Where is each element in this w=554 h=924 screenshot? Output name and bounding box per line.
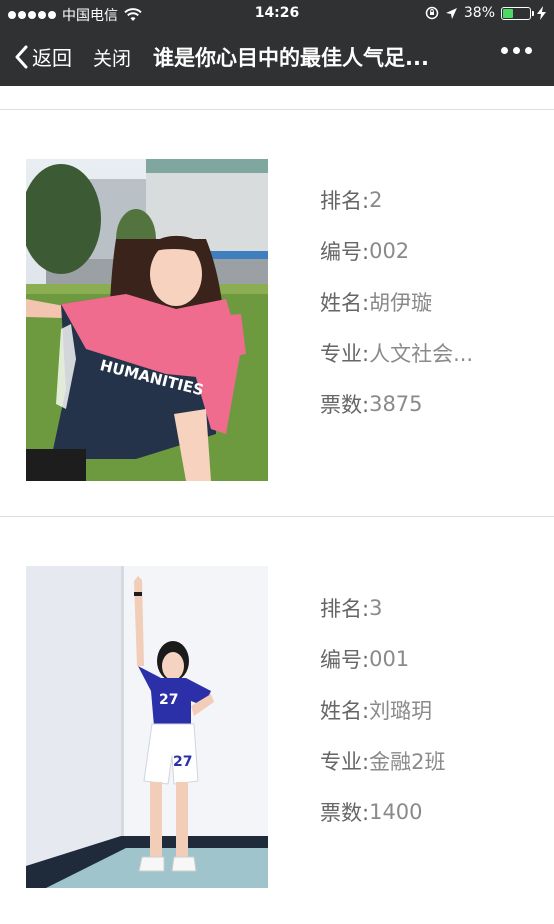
votes-value: 3875 [369, 391, 423, 416]
votes-value: 1400 [369, 799, 423, 824]
major-label: 专业: [320, 341, 370, 366]
major-value: 金融2班 [369, 749, 446, 774]
more-dots-icon[interactable] [501, 47, 532, 54]
back-label: 返回 [32, 46, 72, 70]
close-button[interactable]: 关闭 [93, 44, 131, 71]
battery-fill [503, 8, 513, 18]
rank-row: 排名: 2 [320, 174, 473, 225]
votes-row: 票数: 1400 [320, 786, 445, 837]
candidate-photo-image: HUMANITIES [26, 159, 268, 481]
name-row: 姓名: 刘璐玥 [320, 684, 445, 735]
battery-icon [501, 6, 534, 20]
votes-row: 票数: 3875 [320, 378, 473, 429]
votes-label: 票数: [320, 392, 370, 417]
nav-bar: 返回 关闭 谁是你心目中的最佳人气足... [0, 28, 554, 86]
location-arrow-icon [445, 7, 457, 19]
rank-label: 排名: [320, 596, 370, 621]
candidate-card[interactable]: 27 27 排名: 3 编号: 001 姓名: 刘璐玥 专业: 金融2班 票数: [0, 517, 554, 924]
candidate-photo[interactable]: 27 27 [26, 566, 268, 888]
rank-value: 2 [369, 187, 383, 212]
candidate-photo[interactable]: HUMANITIES [26, 159, 268, 481]
number-value: 001 [369, 646, 410, 671]
candidate-card[interactable]: HUMANITIES 排名: 2 编号: 002 姓名: 胡伊璇 专业: 人文社… [0, 110, 554, 516]
name-value: 刘璐玥 [369, 698, 433, 723]
battery-percent: 38% [463, 5, 495, 21]
candidate-info: 排名: 3 编号: 001 姓名: 刘璐玥 专业: 金融2班 票数: 1400 [320, 582, 445, 837]
charging-bolt-icon [537, 6, 546, 20]
major-row: 专业: 金融2班 [320, 735, 445, 786]
shorts-number: 27 [173, 754, 192, 770]
back-button[interactable]: 返回 [14, 42, 72, 71]
number-row: 编号: 001 [320, 633, 445, 684]
name-label: 姓名: [320, 698, 370, 723]
rank-label: 排名: [320, 188, 370, 213]
candidate-info: 排名: 2 编号: 002 姓名: 胡伊璇 专业: 人文社会... 票数: 38… [320, 174, 473, 429]
page-title: 谁是你心目中的最佳人气足... [153, 46, 429, 70]
number-value: 002 [369, 238, 410, 263]
candidate-photo-image: 27 27 [26, 566, 268, 888]
jersey-text: 27 [159, 692, 178, 708]
rotation-lock-icon [425, 6, 439, 20]
status-bar: 中国电信 14:26 38% [0, 0, 554, 28]
rank-row: 排名: 3 [320, 582, 445, 633]
status-right: 38% [425, 5, 546, 21]
major-label: 专业: [320, 749, 370, 774]
chevron-left-icon [15, 45, 28, 68]
rank-value: 3 [369, 595, 383, 620]
number-label: 编号: [320, 647, 370, 672]
number-label: 编号: [320, 239, 370, 264]
name-value: 胡伊璇 [369, 290, 433, 315]
major-value: 人文社会... [369, 341, 474, 366]
name-row: 姓名: 胡伊璇 [320, 276, 473, 327]
votes-label: 票数: [320, 800, 370, 825]
name-label: 姓名: [320, 290, 370, 315]
number-row: 编号: 002 [320, 225, 473, 276]
major-row: 专业: 人文社会... [320, 327, 473, 378]
